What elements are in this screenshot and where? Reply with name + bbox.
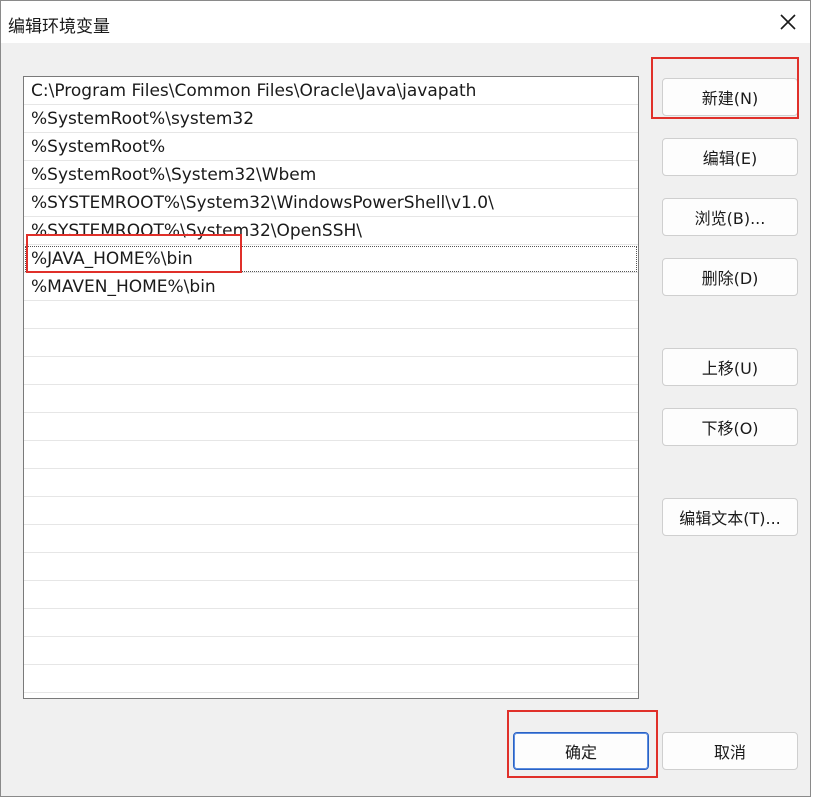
path-list-item[interactable]: %SYSTEMROOT%\System32\OpenSSH\: [24, 217, 638, 245]
path-list-empty-row[interactable]: [24, 497, 638, 525]
path-list-empty-row[interactable]: [24, 469, 638, 497]
path-list-empty-row[interactable]: [24, 525, 638, 553]
delete-button[interactable]: 删除(D): [662, 258, 798, 296]
path-list-empty-row[interactable]: [24, 553, 638, 581]
edit-environment-variable-dialog: 编辑环境变量 C:\Program Files\Common Files\Ora…: [0, 0, 811, 797]
move-up-button[interactable]: 上移(U): [662, 348, 798, 386]
edit-text-button[interactable]: 编辑文本(T)...: [662, 498, 798, 536]
path-list-item[interactable]: C:\Program Files\Common Files\Oracle\Jav…: [24, 77, 638, 105]
browse-button[interactable]: 浏览(B)...: [662, 198, 798, 236]
close-button[interactable]: [766, 1, 810, 43]
path-list-empty-row[interactable]: [24, 385, 638, 413]
path-list-empty-row[interactable]: [24, 441, 638, 469]
path-list-empty-row[interactable]: [24, 581, 638, 609]
ok-button[interactable]: 确定: [513, 732, 649, 770]
path-list-empty-row[interactable]: [24, 357, 638, 385]
path-list-empty-row[interactable]: [24, 665, 638, 693]
window-title: 编辑环境变量: [8, 17, 110, 37]
title-bar: 编辑环境变量: [1, 1, 810, 43]
path-list-item[interactable]: %JAVA_HOME%\bin: [24, 245, 638, 273]
path-list-item[interactable]: %SYSTEMROOT%\System32\WindowsPowerShell\…: [24, 189, 638, 217]
path-list-empty-row[interactable]: [24, 301, 638, 329]
path-list-item[interactable]: %SystemRoot%\system32: [24, 105, 638, 133]
close-icon: [780, 14, 796, 30]
edit-button[interactable]: 编辑(E): [662, 138, 798, 176]
path-list-item[interactable]: %MAVEN_HOME%\bin: [24, 273, 638, 301]
path-list-empty-row[interactable]: [24, 609, 638, 637]
cancel-button[interactable]: 取消: [662, 732, 798, 770]
path-list-item[interactable]: %SystemRoot%\System32\Wbem: [24, 161, 638, 189]
move-down-button[interactable]: 下移(O): [662, 408, 798, 446]
path-list-empty-row[interactable]: [24, 637, 638, 665]
new-button[interactable]: 新建(N): [662, 78, 798, 116]
path-list-empty-row[interactable]: [24, 413, 638, 441]
path-list-item[interactable]: %SystemRoot%: [24, 133, 638, 161]
path-list[interactable]: C:\Program Files\Common Files\Oracle\Jav…: [23, 76, 639, 699]
path-list-empty-row[interactable]: [24, 329, 638, 357]
